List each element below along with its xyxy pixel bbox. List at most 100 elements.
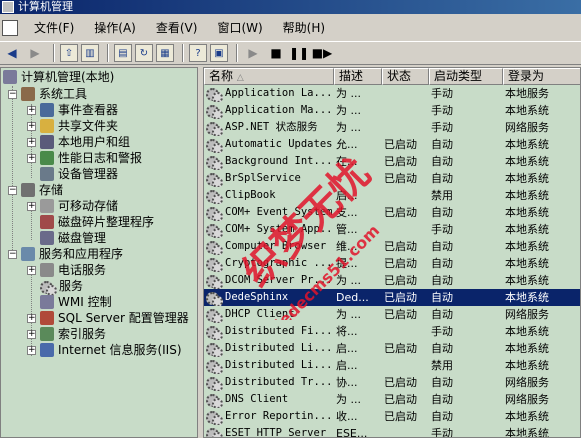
service-name: Automatic Updates xyxy=(225,138,333,150)
table-row[interactable]: Application Ma... 为 ... 手动 本地系统 xyxy=(204,102,580,119)
table-row[interactable]: ClipBook 启... 禁用 本地系统 xyxy=(204,187,580,204)
menu-help[interactable]: 帮助(H) xyxy=(273,19,335,36)
service-logon-as: 本地系统 xyxy=(505,342,549,355)
table-row[interactable]: DCOM Server Pr... 为 ... 已启动 自动 本地系统 xyxy=(204,272,580,289)
column-header-name[interactable]: 名称 △ xyxy=(204,68,334,85)
service-status: 已启动 xyxy=(384,410,417,423)
service-description: 启... xyxy=(336,342,358,355)
table-row[interactable]: ASP.NET 状态服务 为 ... 手动 网络服务 xyxy=(204,119,580,136)
stop-service-icon[interactable]: ■ xyxy=(266,43,286,63)
start-service-icon[interactable]: ▶ xyxy=(243,43,263,63)
expand-icon[interactable]: + xyxy=(27,345,36,355)
folder-icon xyxy=(40,119,54,133)
service-name-cell: Background Int... xyxy=(204,153,334,170)
service-description: 提... xyxy=(336,257,358,270)
table-row[interactable]: ESET HTTP Server ESE... 手动 本地系统 xyxy=(204,425,580,438)
service-name: Distributed Li... xyxy=(225,342,333,354)
tree-removable-storage[interactable]: + 可移动存储 xyxy=(27,198,118,214)
column-header-logon-as[interactable]: 登录为 xyxy=(503,68,580,85)
service-description: ESE... xyxy=(336,427,368,438)
console-tree[interactable]: 计算机管理(本地) − 系统工具 + 事件查看器 + 共享文件夹 + 本地用户和… xyxy=(0,67,198,438)
tree-iis[interactable]: + Internet 信息服务(IIS) xyxy=(27,342,182,358)
collapse-icon[interactable]: − xyxy=(8,185,17,195)
service-description: 将... xyxy=(336,325,358,338)
table-row[interactable]: Distributed Li... 启... 已启动 自动 本地系统 xyxy=(204,340,580,357)
expand-icon[interactable]: + xyxy=(27,105,36,115)
tree-disk-management[interactable]: 磁盘管理 xyxy=(40,230,106,246)
tree-telephony[interactable]: + 电话服务 xyxy=(27,262,106,278)
tree-system-tools[interactable]: − 系统工具 xyxy=(8,86,87,102)
table-row[interactable]: Distributed Li... 启... 禁用 本地系统 xyxy=(204,357,580,374)
table-row[interactable]: BrSplService 已启动 自动 本地系统 xyxy=(204,170,580,187)
service-gear-icon xyxy=(206,291,223,306)
window-title-bar[interactable]: 计算机管理 xyxy=(0,0,581,14)
menu-window[interactable]: 窗口(W) xyxy=(207,19,272,36)
table-row[interactable]: Distributed Tr... 协... 已启动 自动 网络服务 xyxy=(204,374,580,391)
refresh-icon[interactable]: ↻ xyxy=(135,44,153,62)
tree-event-viewer[interactable]: + 事件查看器 xyxy=(27,102,118,118)
menu-file[interactable]: 文件(F) xyxy=(24,19,84,36)
service-status: 已启动 xyxy=(384,138,417,151)
column-header-description[interactable]: 描述 xyxy=(334,68,382,85)
storage-icon xyxy=(21,183,35,197)
menu-view[interactable]: 查看(V) xyxy=(146,19,208,36)
expand-icon[interactable]: + xyxy=(27,201,36,211)
table-row[interactable]: Application La... 为 ... 手动 本地服务 xyxy=(204,85,580,102)
show-tree-icon[interactable]: ▥ xyxy=(81,44,99,62)
forward-icon[interactable]: ▶ xyxy=(25,43,45,63)
tree-wmi-control[interactable]: WMI 控制 xyxy=(40,294,112,310)
restart-service-icon[interactable]: ■▶ xyxy=(312,43,333,63)
table-row[interactable]: Distributed Fi... 将... 手动 本地系统 xyxy=(204,323,580,340)
service-gear-icon xyxy=(206,274,223,289)
service-name-cell: ESET HTTP Server xyxy=(204,425,334,437)
back-icon[interactable]: ◀ xyxy=(2,43,22,63)
tree-sql-server[interactable]: + SQL Server 配置管理器 xyxy=(27,310,189,326)
properties-icon[interactable]: ▤ xyxy=(114,44,132,62)
table-row[interactable]: DedeSphinx Ded... 已启动 自动 本地系统 xyxy=(204,289,580,306)
tree-services-apps[interactable]: − 服务和应用程序 xyxy=(8,246,123,262)
tree-local-users[interactable]: + 本地用户和组 xyxy=(27,134,130,150)
services-list[interactable]: 名称 △ 描述 状态 启动类型 登录为 Application La... 为 .… xyxy=(203,67,581,438)
expand-icon[interactable]: + xyxy=(27,265,36,275)
toolbar: ◀ ▶ ⇧ ▥ ▤ ↻ ▦ ? ▣ ▶ ■ ❚❚ ■▶ xyxy=(0,41,581,65)
table-row[interactable]: Automatic Updates 允... 已启动 自动 本地系统 xyxy=(204,136,580,153)
tree-storage[interactable]: − 存储 xyxy=(8,182,63,198)
console-icon[interactable] xyxy=(2,19,18,36)
tree-device-manager[interactable]: 设备管理器 xyxy=(40,166,118,182)
collapse-icon[interactable]: − xyxy=(8,89,17,99)
show-hide-pane-icon[interactable]: ▣ xyxy=(210,44,228,62)
column-header-status[interactable]: 状态 xyxy=(382,68,429,85)
service-gear-icon xyxy=(206,87,223,102)
table-row[interactable]: Background Int... 在... 已启动 自动 本地系统 xyxy=(204,153,580,170)
table-row[interactable]: DHCP Client 为 ... 已启动 自动 网络服务 xyxy=(204,306,580,323)
expand-icon[interactable]: + xyxy=(27,313,36,323)
export-list-icon[interactable]: ▦ xyxy=(156,44,174,62)
help-icon[interactable]: ? xyxy=(189,44,207,62)
expand-icon[interactable]: + xyxy=(27,153,36,163)
tree-perf-logs[interactable]: + 性能日志和警报 xyxy=(27,150,142,166)
expand-icon[interactable]: + xyxy=(27,329,36,339)
tree-services[interactable]: 服务 xyxy=(40,278,83,296)
tree-shared-folders[interactable]: + 共享文件夹 xyxy=(27,118,118,134)
service-logon-as: 本地系统 xyxy=(505,257,549,270)
tree-root[interactable]: 计算机管理(本地) xyxy=(3,69,114,85)
tree-defrag[interactable]: 磁盘碎片整理程序 xyxy=(40,214,154,230)
column-header-startup-type[interactable]: 启动类型 xyxy=(429,68,503,85)
table-row[interactable]: DNS Client 为 ... 已启动 自动 网络服务 xyxy=(204,391,580,408)
collapse-icon[interactable]: − xyxy=(8,249,17,259)
table-row[interactable]: COM+ Event System 支... 已启动 自动 本地系统 xyxy=(204,204,580,221)
table-row[interactable]: Computer Browser 维... 已启动 自动 本地系统 xyxy=(204,238,580,255)
service-status xyxy=(382,102,429,119)
table-row[interactable]: Cryptographic ... 提... 已启动 自动 本地系统 xyxy=(204,255,580,272)
menu-action[interactable]: 操作(A) xyxy=(84,19,146,36)
pause-service-icon[interactable]: ❚❚ xyxy=(289,43,309,63)
expand-icon[interactable]: + xyxy=(27,137,36,147)
service-logon-as: 本地系统 xyxy=(505,172,549,185)
tree-indexing[interactable]: + 索引服务 xyxy=(27,326,106,342)
app-icon xyxy=(2,1,14,13)
expand-icon[interactable]: + xyxy=(27,121,36,131)
table-row[interactable]: COM+ System App... 管... 手动 本地系统 xyxy=(204,221,580,238)
table-row[interactable]: Error Reportin... 收... 已启动 自动 本地系统 xyxy=(204,408,580,425)
service-name: DedeSphinx xyxy=(225,291,289,303)
up-folder-icon[interactable]: ⇧ xyxy=(60,44,78,62)
